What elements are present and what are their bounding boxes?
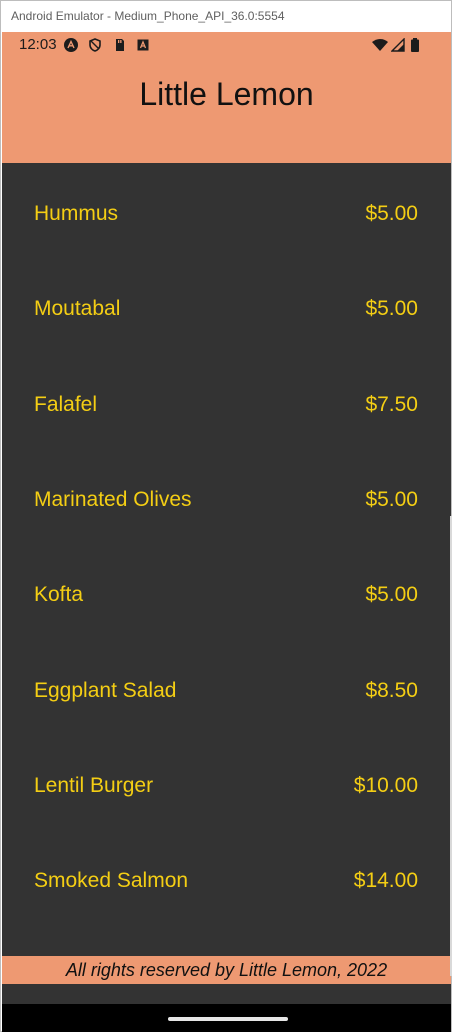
status-bar: 12:03 <box>2 32 451 58</box>
menu-item-name: Falafel <box>34 393 98 416</box>
menu-item-price: $8.50 <box>365 679 418 702</box>
home-gesture-handle[interactable] <box>168 1017 288 1021</box>
menu-item-price: $5.00 <box>365 297 418 320</box>
menu-item-price: $10.00 <box>353 774 418 797</box>
menu-item[interactable]: Smoked Salmon $14.00 <box>2 863 451 903</box>
menu-item[interactable]: Kofta $5.00 <box>2 577 451 617</box>
menu-item-name: Moutabal <box>34 297 121 320</box>
a-logo-icon <box>64 38 78 52</box>
menu-item[interactable]: Eggplant Salad $8.50 <box>2 673 451 713</box>
menu-item-price: $14.00 <box>353 869 418 892</box>
system-nav-bar <box>2 1004 451 1032</box>
sim-card-icon <box>112 38 126 52</box>
shield-icon <box>88 38 102 52</box>
menu-item-price: $5.00 <box>365 488 418 511</box>
menu-item-name: Smoked Salmon <box>34 869 189 892</box>
app-title: Little Lemon <box>139 76 314 112</box>
a-box-icon <box>136 38 150 52</box>
menu-item[interactable]: Hummus $5.00 <box>2 196 451 236</box>
battery-icon <box>410 38 420 52</box>
signal-icon <box>390 37 405 52</box>
footer-text: All rights reserved by Little Lemon, 202… <box>65 960 388 980</box>
menu-item-price: $5.00 <box>365 202 418 225</box>
menu-item-name: Marinated Olives <box>34 488 192 511</box>
menu-item-name: Eggplant Salad <box>34 679 177 702</box>
menu-item[interactable]: Falafel $7.50 <box>2 387 451 427</box>
menu-item[interactable]: Moutabal $5.00 <box>2 291 451 331</box>
menu-item-price: $5.00 <box>365 583 418 606</box>
app-header: 12:03 Little Lemon <box>2 32 451 163</box>
menu-item[interactable]: Marinated Olives $5.00 <box>2 482 451 522</box>
menu-item-name: Lentil Burger <box>34 774 154 797</box>
menu-item[interactable]: Lentil Burger $10.00 <box>2 768 451 808</box>
phone-screen: 12:03 Little Lemon Hummus $5.00 Moutabal… <box>2 32 451 1032</box>
window-title: Android Emulator - Medium_Phone_API_36.0… <box>1 1 451 32</box>
status-time: 12:03 <box>19 36 57 53</box>
app-footer: All rights reserved by Little Lemon, 202… <box>2 956 451 984</box>
menu-item-name: Hummus <box>34 202 119 225</box>
wifi-icon <box>372 38 388 52</box>
emulator-window: Android Emulator - Medium_Phone_API_36.0… <box>0 0 452 1032</box>
menu-item-price: $7.50 <box>365 393 418 416</box>
menu-item-name: Kofta <box>34 583 84 606</box>
